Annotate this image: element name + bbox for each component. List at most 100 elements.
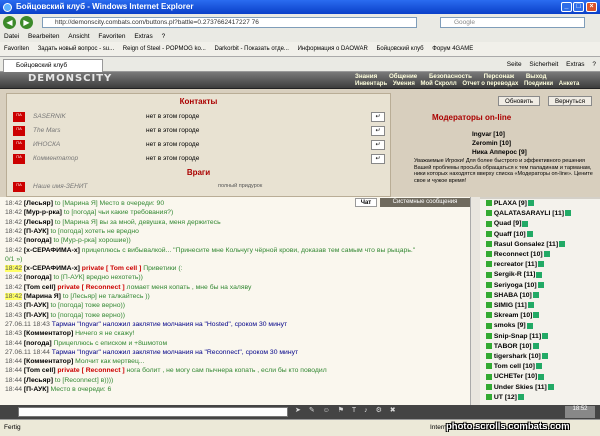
info-icon[interactable] [517, 394, 524, 400]
translit-icon[interactable]: T [352, 407, 356, 414]
nav-communication[interactable]: Общение [389, 73, 417, 80]
exit-icon[interactable]: ✖ [390, 407, 396, 414]
menu-favorites[interactable]: Favoriten [98, 33, 125, 40]
info-icon[interactable] [543, 251, 550, 258]
info-icon[interactable] [527, 302, 534, 309]
user-item[interactable]: SHABA [10] [485, 292, 539, 300]
info-icon[interactable] [541, 353, 548, 360]
chat-private[interactable]: private [ Reconnect ] [57, 284, 124, 291]
user-name[interactable]: UT [12] [494, 394, 517, 401]
chat-author[interactable]: [погода] [24, 237, 52, 244]
user-item[interactable]: Rasul Gonsalez [11] [485, 241, 566, 249]
info-icon[interactable] [537, 261, 544, 268]
moderator-item[interactable]: Ника Апперос [9] [472, 148, 527, 157]
user-item[interactable]: Quaff [10] [485, 231, 533, 239]
user-name[interactable]: tigershark [10] [494, 353, 541, 360]
nav-security[interactable]: Безопасность [429, 73, 472, 80]
info-icon[interactable] [533, 312, 540, 319]
user-name[interactable]: SHABA [10] [494, 292, 532, 299]
favorite-link[interactable]: Reign of Steel - POPMOG ko... [123, 46, 206, 52]
user-name[interactable]: Under Skies [11] [494, 384, 547, 391]
moderator-item[interactable]: Zeromin [10] [472, 139, 527, 148]
extras-menu[interactable]: Extras [566, 61, 584, 68]
user-item[interactable]: UCHETer [10] [485, 373, 545, 381]
user-name[interactable]: Rasul Gonsalez [11] [494, 241, 558, 248]
tab-system-messages[interactable]: Системные сообщения [380, 198, 470, 207]
user-name[interactable]: Tom cell [10] [494, 363, 535, 370]
enemy-name[interactable]: Наше имя-ЗЕНИТ [33, 183, 87, 190]
user-item[interactable]: PLAXA [9] [485, 200, 534, 208]
settings-icon[interactable]: ⚙ [376, 407, 382, 414]
chat-author[interactable]: [Комментатор] [24, 358, 73, 365]
menu-view[interactable]: Ansicht [68, 33, 89, 40]
help-menu[interactable]: ? [592, 61, 596, 68]
chat-author[interactable]: [погода] [24, 274, 52, 281]
user-item[interactable]: SIMIG [11] [485, 302, 534, 310]
chat-author[interactable]: [Лесьяр] [24, 219, 53, 226]
info-icon[interactable] [542, 332, 549, 339]
moderator-item[interactable]: Ingvar [10] [472, 130, 527, 139]
nav-character[interactable]: Персонаж [484, 73, 514, 80]
chat-author[interactable]: [x-СЕРАФИМА-x] [24, 265, 80, 272]
chat-author[interactable]: [П-АУК] [24, 302, 49, 309]
user-name[interactable]: TABOR [10] [494, 343, 532, 350]
filter-icon[interactable]: ⚑ [338, 407, 344, 414]
user-item[interactable]: smoks [9] [485, 322, 533, 330]
info-icon[interactable] [547, 383, 554, 390]
info-icon[interactable] [526, 322, 533, 329]
chat-author[interactable]: [Лесьяр] [24, 377, 53, 384]
info-icon[interactable] [532, 343, 539, 349]
user-item[interactable]: QALATASARAYLI [11] [485, 210, 572, 218]
back-icon[interactable]: ◀ [3, 16, 16, 29]
send-icon[interactable]: ➤ [295, 407, 301, 414]
chat-author[interactable]: [П-АУК] [24, 386, 49, 393]
user-name[interactable]: Reconnect [10] [494, 251, 543, 258]
user-name[interactable]: QALATASARAYLI [11] [494, 210, 564, 217]
chat-author[interactable]: [Мур-р-рка] [24, 209, 62, 216]
info-icon[interactable] [526, 230, 533, 237]
chat-private[interactable]: private [ Tom cell ] [82, 265, 142, 272]
chat-input[interactable] [18, 407, 288, 417]
sound-icon[interactable]: ♪ [364, 407, 368, 414]
contact-action-icon[interactable]: ↵ [371, 112, 385, 122]
tab-fight-club[interactable]: Бойцовский клуб [3, 59, 103, 72]
info-icon[interactable] [532, 292, 539, 298]
favorite-link[interactable]: Бойцовский клуб [376, 46, 423, 52]
nav-exit[interactable]: Выход [526, 73, 547, 80]
favorites-button[interactable]: Favoriten [4, 46, 29, 52]
page-menu[interactable]: Seite [507, 61, 522, 68]
security-menu[interactable]: Sicherheit [529, 61, 558, 68]
minimize-button[interactable]: _ [561, 2, 572, 12]
search-input[interactable]: Google [440, 17, 585, 28]
chat-scrollbar[interactable] [470, 197, 480, 405]
user-name[interactable]: SIMIG [11] [494, 302, 527, 309]
chat-author[interactable]: [погода] [24, 340, 52, 347]
user-item[interactable]: Reconnect [10] [485, 251, 550, 259]
nav-inventory[interactable]: Инвентарь [355, 81, 387, 87]
contact-name[interactable]: ИНОСКА [33, 141, 60, 148]
info-icon[interactable] [536, 271, 543, 278]
forward-icon[interactable]: ▶ [20, 16, 33, 29]
user-name[interactable]: recreator [11] [494, 261, 537, 268]
chat-private[interactable]: private [ Reconnect ] [57, 367, 124, 374]
menu-help[interactable]: ? [162, 33, 166, 40]
contact-action-icon[interactable]: ↵ [371, 126, 385, 136]
tab-chat[interactable]: Чат [355, 198, 377, 207]
favorite-link[interactable]: Информация о DAOWAR [298, 46, 368, 52]
nav-scroll[interactable]: Мой Скролл [421, 81, 457, 87]
user-name[interactable]: Quad [9] [494, 220, 522, 227]
chat-author[interactable]: [x-СЕРАФИМА-x] [24, 247, 80, 254]
smile-icon[interactable]: ☺ [323, 407, 330, 414]
user-name[interactable]: UCHETer [10] [494, 373, 537, 380]
contact-action-icon[interactable]: ↵ [371, 140, 385, 150]
user-name[interactable]: PLAXA [9] [494, 200, 527, 207]
user-name[interactable]: Skream [10] [494, 312, 533, 319]
info-icon[interactable] [538, 373, 545, 380]
user-item[interactable]: Seriyoga [10] [485, 282, 544, 290]
info-icon[interactable] [537, 281, 544, 288]
close-button[interactable]: × [586, 2, 597, 12]
user-item[interactable]: recreator [11] [485, 261, 544, 269]
contact-action-icon[interactable]: ↵ [371, 154, 385, 164]
contact-name[interactable]: Комментатор [33, 155, 78, 162]
user-item[interactable]: tigershark [10] [485, 353, 548, 361]
